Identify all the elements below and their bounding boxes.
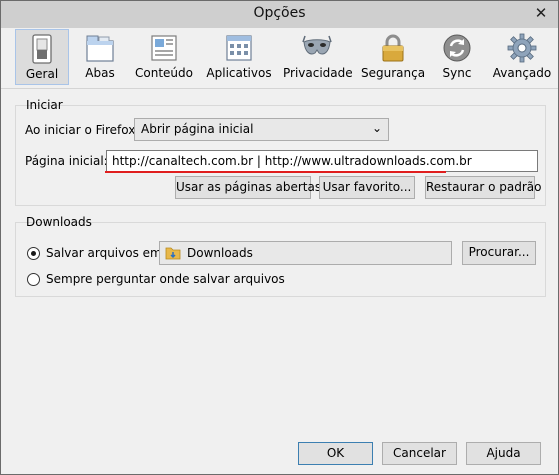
chevron-down-icon: ⌄	[371, 121, 382, 135]
help-button[interactable]: Ajuda	[466, 442, 541, 465]
padlock-icon	[382, 34, 404, 62]
ok-button[interactable]: OK	[298, 442, 373, 465]
download-folder-field[interactable]: Downloads	[159, 241, 452, 265]
applications-window-icon	[226, 35, 252, 61]
tab-label: Geral	[25, 67, 59, 81]
tab-label: Abas	[85, 66, 115, 80]
close-icon[interactable]: ✕	[530, 3, 552, 23]
tab-privacidade[interactable]: Privacidade	[283, 29, 353, 85]
tab-geral[interactable]: Geral	[15, 29, 69, 85]
sync-icon	[443, 34, 471, 62]
save-files-radio[interactable]	[27, 247, 40, 260]
on-start-select[interactable]: Abrir página inicial ⌄	[134, 118, 389, 141]
folder-icon	[165, 247, 181, 260]
switch-icon	[32, 34, 52, 64]
homepage-input[interactable]: http://canaltech.com.br | http://www.ult…	[106, 150, 538, 172]
preferences-toolbar: Geral Abas Conteúdo Aplicativos Privacid…	[1, 28, 558, 89]
tabs-window-icon	[86, 35, 114, 62]
title-bar[interactable]: Opções ✕	[1, 1, 558, 28]
tab-label: Conteúdo	[135, 66, 193, 80]
tab-label: Sync	[442, 66, 472, 80]
startup-group-title: Iniciar	[26, 98, 63, 112]
mask-icon	[302, 35, 332, 55]
tab-seguranca[interactable]: Segurança	[361, 29, 425, 85]
options-dialog: Opções ✕ Geral Abas Conteúdo Aplicativos…	[0, 0, 559, 475]
highlight-underline	[105, 171, 446, 173]
restore-default-button[interactable]: Restaurar o padrão	[425, 176, 542, 199]
tab-avancado[interactable]: Avançado	[491, 29, 553, 85]
tab-sync[interactable]: Sync	[433, 29, 481, 85]
content-page-icon	[151, 35, 177, 61]
gear-icon	[507, 33, 537, 63]
downloads-group-title: Downloads	[26, 215, 92, 229]
homepage-value: http://canaltech.com.br | http://www.ult…	[112, 154, 472, 168]
tab-label: Avançado	[492, 66, 552, 80]
tab-conteudo[interactable]: Conteúdo	[133, 29, 195, 85]
save-files-label: Salvar arquivos em:	[46, 246, 166, 260]
cancel-button[interactable]: Cancelar	[382, 442, 457, 465]
always-ask-label: Sempre perguntar onde salvar arquivos	[46, 272, 285, 286]
tab-abas[interactable]: Abas	[75, 29, 125, 85]
always-ask-radio[interactable]	[27, 273, 40, 286]
on-start-value: Abrir página inicial	[141, 122, 254, 136]
tab-aplicativos[interactable]: Aplicativos	[205, 29, 273, 85]
tab-label: Segurança	[361, 66, 426, 80]
use-bookmark-button[interactable]: Usar favorito...	[319, 176, 415, 199]
use-open-pages-button[interactable]: Usar as páginas abertas	[175, 176, 321, 199]
on-start-label: Ao iniciar o Firefox:	[25, 123, 140, 137]
window-title: Opções	[253, 5, 306, 21]
tab-label: Aplicativos	[206, 66, 272, 80]
homepage-label: Página inicial:	[25, 154, 108, 168]
tab-label: Privacidade	[283, 66, 353, 80]
download-folder-name: Downloads	[187, 246, 253, 260]
browse-button[interactable]: Procurar...	[462, 241, 536, 265]
